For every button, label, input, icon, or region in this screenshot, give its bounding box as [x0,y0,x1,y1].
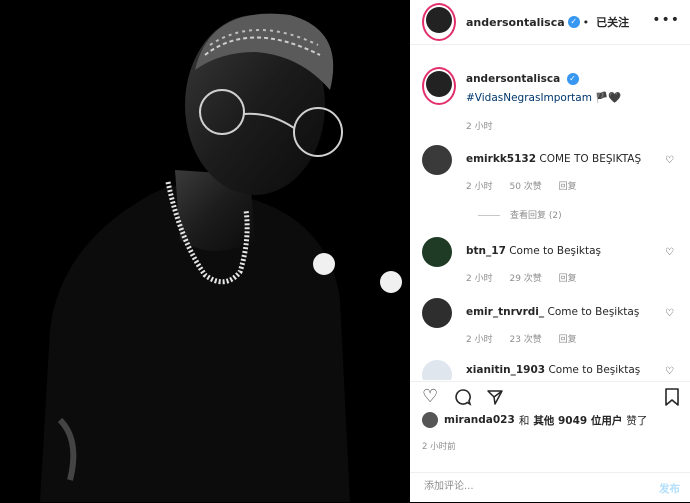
comment-like-icon[interactable]: ♡ [665,155,674,166]
likes-others-link[interactable]: 其他 9049 位用户 [533,413,622,428]
instagram-post-modal: andersontalisca ✓ • 已关注 ••• andersontali… [0,0,690,502]
post-header: andersontalisca ✓ • 已关注 ••• [410,0,690,45]
liker-username[interactable]: miranda023 [444,414,515,426]
commenter-avatar[interactable] [422,298,452,328]
action-bar: ♡ [410,381,690,412]
verified-badge-icon: ✓ [566,73,579,85]
header-username[interactable]: andersontalisca [466,16,565,29]
comment-username[interactable]: xianitin_1903 [466,364,545,376]
caption-username[interactable]: andersontalisca [466,73,560,85]
comment-reply[interactable]: 回复 [559,182,577,192]
post-image [0,0,410,502]
likes-summary: miranda023 和 其他 9049 位用户 赞了 [422,412,647,428]
view-replies-button[interactable]: 查看回复 (2) [478,208,562,221]
comment-username[interactable]: emirkk5132 [466,153,536,165]
commenter-avatar[interactable] [422,237,452,267]
comment-input[interactable] [422,480,626,493]
caption-text[interactable]: #VidasNegrasImportam 🏴🖤 [466,91,621,104]
caption-avatar[interactable] [422,67,456,105]
comment-text: Come to Beşiktaş [548,364,641,376]
post-photo[interactable] [0,0,410,502]
comment-text: Come to Beşiktaş [547,306,640,318]
likes-connector: 和 [518,414,530,427]
comment-time[interactable]: 2 小时 [466,182,493,192]
comment-like-icon[interactable]: ♡ [665,247,674,258]
likes-suffix: 赞了 [626,414,648,427]
profile-avatar[interactable] [422,3,456,41]
comment-likes[interactable]: 29 次赞 [509,274,541,284]
following-button[interactable]: 已关注 [596,14,629,30]
share-send-icon[interactable] [486,388,504,410]
post-comment-button[interactable]: 发布 [659,481,680,496]
comment-like-icon[interactable]: ♡ [665,366,674,377]
separator-dot: • [582,15,590,29]
add-comment-bar: 发布 [410,472,690,503]
comment-reply[interactable]: 回复 [559,274,577,284]
commenter-avatar[interactable] [422,145,452,175]
post-timestamp[interactable]: 2 小时前 [422,440,456,452]
bookmark-icon[interactable] [664,388,680,410]
comment-reply[interactable]: 回复 [559,335,577,345]
comment-bubble-icon[interactable] [454,388,472,410]
reply-divider [478,215,500,216]
comment-likes[interactable]: 23 次赞 [509,335,541,345]
commenter-avatar[interactable] [422,360,452,380]
comment-username[interactable]: btn_17 [466,245,506,257]
comment-time[interactable]: 2 小时 [466,274,493,284]
liker-avatar[interactable] [422,412,438,428]
post-sidebar: andersontalisca ✓ • 已关注 ••• andersontali… [410,0,690,502]
comment-text: Come to Beşiktaş [509,245,602,257]
comments-list[interactable]: andersontalisca ✓ #VidasNegrasImportam 🏴… [410,45,690,380]
comment-text: COME TO BEŞIKTAŞ [539,153,642,165]
comment-time[interactable]: 2 小时 [466,335,493,345]
comment-like-icon[interactable]: ♡ [665,308,674,319]
more-horizontal-icon[interactable]: ••• [652,12,680,28]
comment-username[interactable]: emir_tnrvrdi_ [466,306,544,318]
like-heart-icon[interactable]: ♡ [422,388,438,406]
caption-time[interactable]: 2 小时 [466,119,493,132]
verified-badge-icon: ✓ [567,16,580,28]
comment-likes[interactable]: 50 次赞 [509,182,541,192]
